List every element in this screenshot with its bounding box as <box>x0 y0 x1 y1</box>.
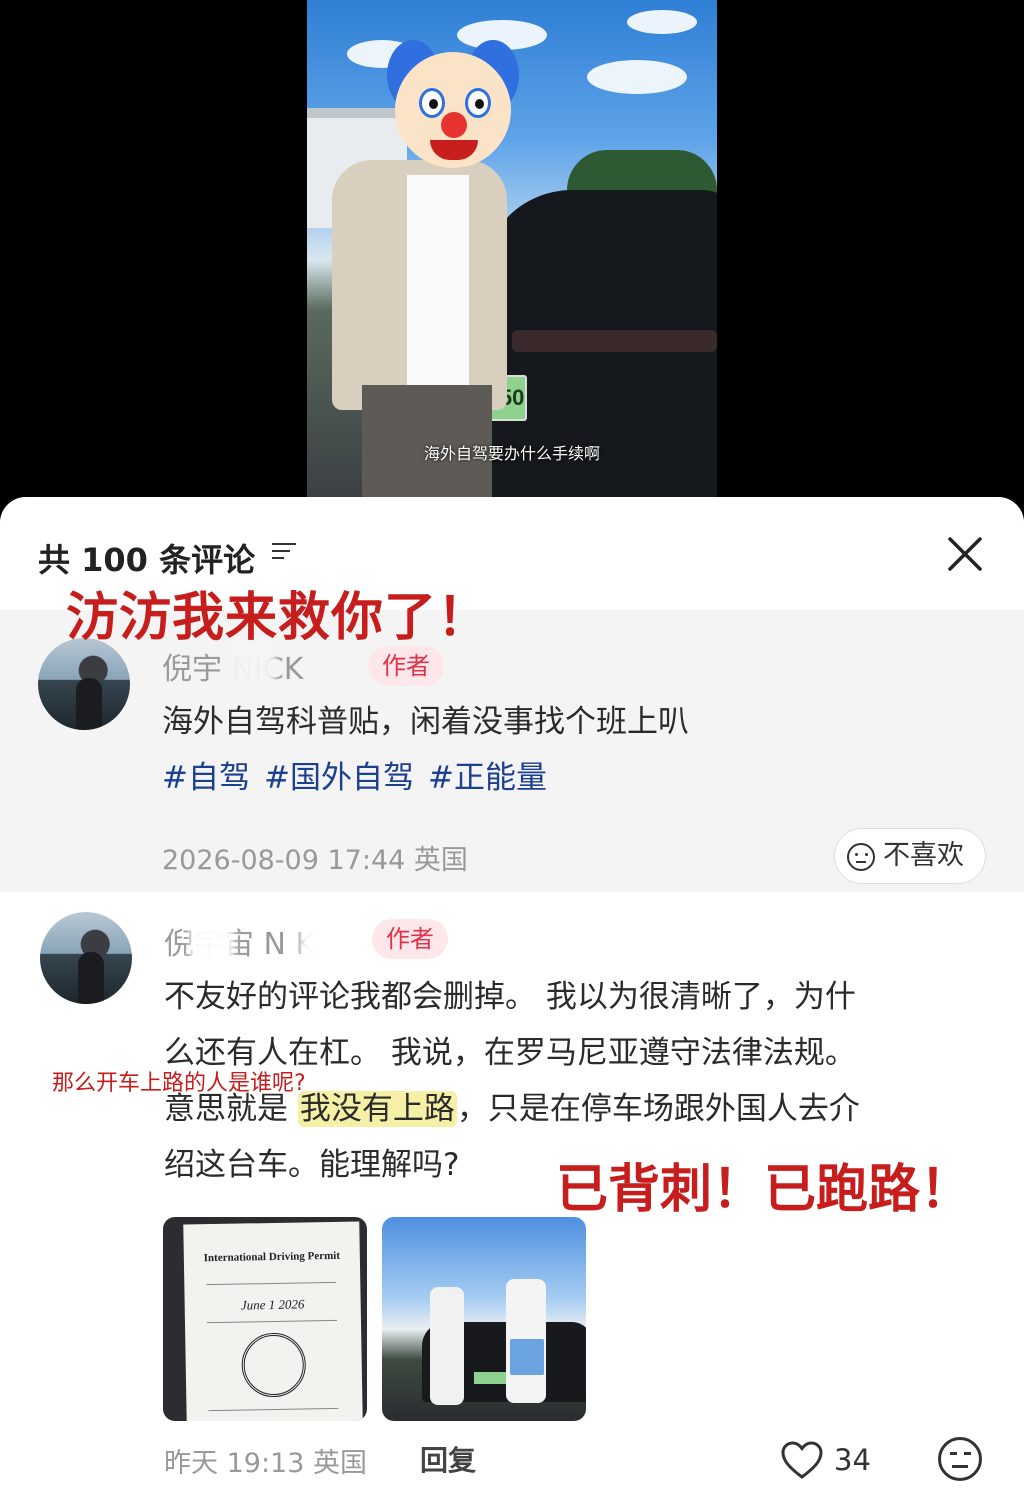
overlay-annotation: 已背刺！已跑路！ <box>556 1160 973 1220</box>
clown-eye <box>419 88 445 118</box>
group-photo-thumbnail[interactable] <box>382 1217 586 1421</box>
hashtag-link[interactable]: #国外自驾 <box>264 760 414 796</box>
overlay-annotation: 汸汸我来救你了！ <box>66 588 491 648</box>
divider <box>206 1319 337 1324</box>
close-icon[interactable] <box>944 533 986 575</box>
dislike-label: 不喜欢 <box>883 840 964 871</box>
aaa-seal-icon <box>241 1332 307 1398</box>
comment-text: 海外自驾科普贴，闲着没事找个班上叭 <box>162 704 689 740</box>
avatar[interactable] <box>40 912 132 1004</box>
signature-line <box>208 1407 339 1412</box>
avatar[interactable] <box>38 638 130 730</box>
like-count: 34 <box>834 1443 871 1477</box>
comment-timestamp: 昨天 19:13 英国 <box>164 1448 367 1479</box>
blur-mask <box>300 907 344 967</box>
pinned-comment: 倪宇 NICK 作者 海外自驾科普贴，闲着没事找个班上叭 #自驾#国外自驾#正能… <box>0 610 1024 892</box>
hashtag-row: #自驾 #国外自驾 #正能量 <box>162 750 561 806</box>
author-badge: 作者 <box>368 646 444 686</box>
dislike-button[interactable]: 不喜欢 <box>834 828 986 884</box>
text-segment: ，只是在停车场跟外国人去介 <box>456 1091 860 1127</box>
highlighted-text: 我没有上路 <box>297 1091 457 1127</box>
permit-photo-thumbnail[interactable]: International Driving Permit June 1 2026 <box>163 1217 367 1421</box>
dislike-face-icon[interactable] <box>938 1437 982 1481</box>
license-plate <box>474 1372 506 1384</box>
cloud <box>587 60 687 94</box>
comment-sheet: 共 100 条评论 倪宇 NICK 作者 海外自驾科普贴，闲着没事找个班上叭 #… <box>0 497 1024 1502</box>
hashtag-link[interactable]: #正能量 <box>428 760 547 796</box>
shorts <box>510 1339 544 1375</box>
author-name[interactable]: 倪宇宙 N K <box>164 919 315 963</box>
overlay-annotation: 那么开车上路的人是谁呢? <box>52 1071 306 1096</box>
hashtag-link[interactable]: #自驾 <box>162 760 250 796</box>
heart-icon[interactable] <box>780 1440 824 1480</box>
comment-text-line: 绍这台车。能理解吗? <box>164 1147 460 1183</box>
person <box>430 1287 464 1405</box>
cloud <box>627 10 697 34</box>
clown-eye <box>465 88 491 118</box>
person-shirt <box>407 175 469 385</box>
reply-button[interactable]: 回复 <box>420 1439 476 1479</box>
permit-valid-date: June 1 2026 <box>240 1296 305 1313</box>
author-badge: 作者 <box>372 919 448 959</box>
blur-mask <box>190 907 234 967</box>
neutral-face-icon <box>847 843 875 871</box>
permit-document: International Driving Permit June 1 2026 <box>183 1221 363 1421</box>
video-player[interactable]: 350 海外自驾要办什么手续啊 <box>307 0 717 500</box>
comment-timestamp: 2026-08-09 17:44 英国 <box>162 845 468 876</box>
permit-title: International Driving Permit <box>203 1249 341 1265</box>
sort-icon[interactable] <box>272 543 296 563</box>
divider <box>206 1281 337 1286</box>
clown-nose <box>441 112 467 138</box>
car-taillight <box>512 330 717 352</box>
comment-text-line: 不友好的评论我都会删掉。 我以为很清晰了，为什 <box>164 979 856 1015</box>
video-subtitle: 海外自驾要办什么手续啊 <box>423 444 600 463</box>
